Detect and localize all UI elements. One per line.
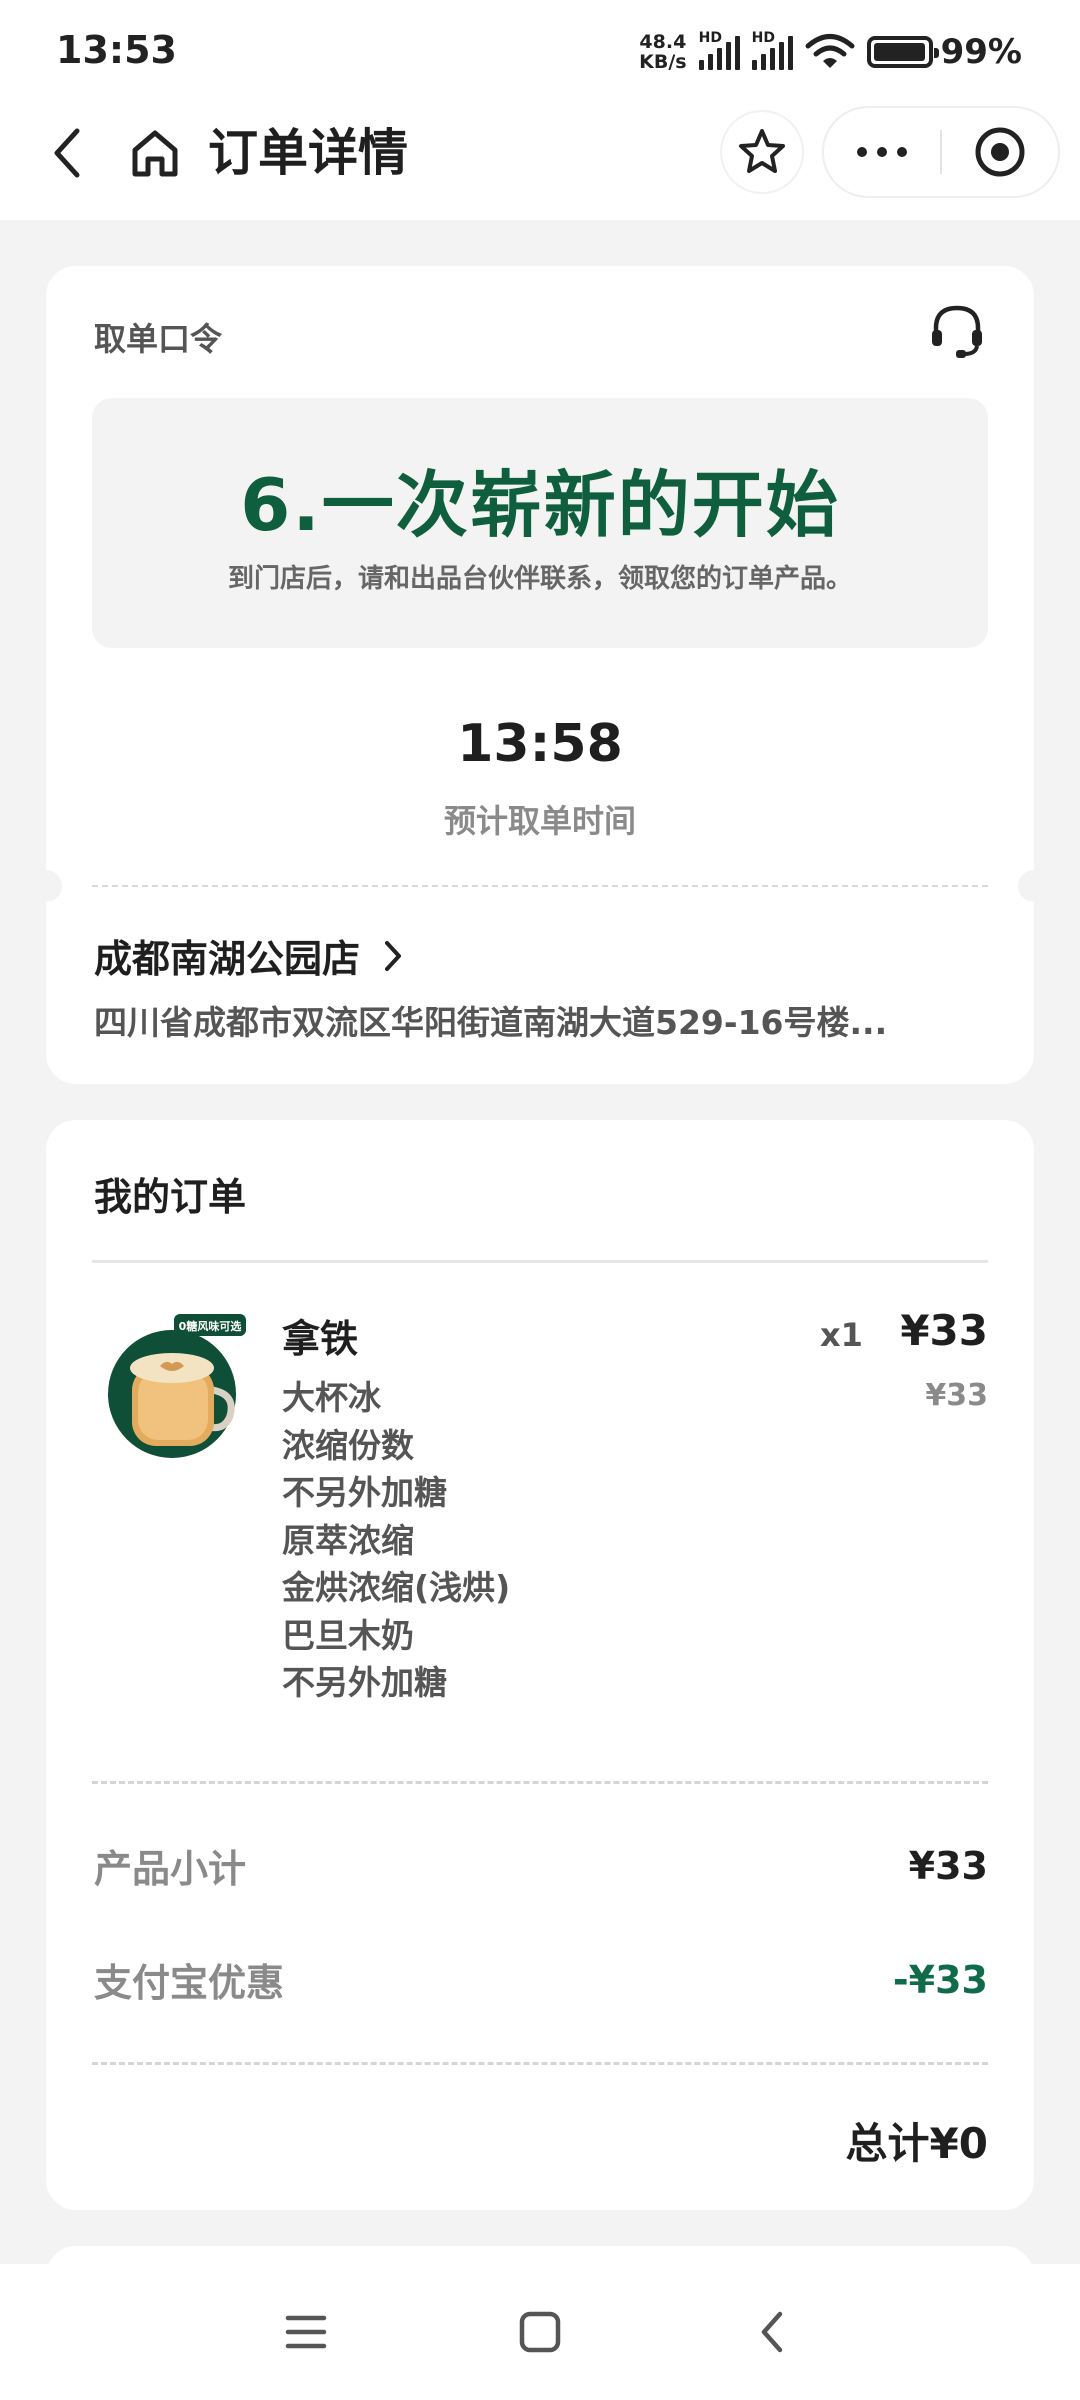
pickup-time: 13:58	[457, 714, 623, 774]
status-time: 13:53	[56, 28, 177, 72]
pickup-tip: 到门店后，请和出品台伙伴联系，领取您的订单产品。	[227, 564, 852, 594]
option-item: 原萃浓缩	[282, 1520, 414, 1560]
chevron-right-icon	[385, 940, 402, 971]
close-target-icon	[975, 127, 1025, 177]
option-item: 巴旦木奶	[282, 1615, 414, 1655]
system-back-button[interactable]	[732, 2292, 812, 2372]
network-speed-value: 48.4	[639, 31, 687, 53]
order-card: 我的订单 0糖风味可选 拿铁 x1 ¥33 ¥33 大杯冰 浓缩份数 不另外加糖…	[46, 1120, 1034, 2210]
product-price: ¥33	[900, 1306, 988, 1355]
discount-value: -¥33	[892, 1957, 988, 2002]
order-total: 总计¥0	[845, 2119, 988, 2168]
option-item: 不另外加糖	[282, 1473, 447, 1512]
close-mini-program-button[interactable]	[942, 108, 1058, 196]
menu-icon	[285, 2315, 327, 2349]
product-quantity: x1	[820, 1316, 863, 1354]
image-badge-text: 0糖风味可选	[179, 1319, 242, 1333]
system-home-button[interactable]	[500, 2292, 580, 2372]
pickup-card: 取单口令 6.一次崭新的开始 到门店后，请和出品台伙伴联系，领取您的订单产品。 …	[30, 266, 1050, 1084]
option-item: 大杯冰	[282, 1378, 381, 1417]
store-link[interactable]: 成都南湖公园店	[94, 928, 404, 983]
divider	[92, 2062, 988, 2065]
option-item: 不另外加糖	[282, 1663, 447, 1702]
back-button[interactable]	[32, 118, 102, 188]
divider	[92, 1781, 988, 1784]
discount-label: 支付宝优惠	[94, 1961, 285, 2005]
favorite-button[interactable]	[722, 112, 802, 192]
ticket-notch-left	[30, 870, 62, 902]
nav-bar: 订单详情	[0, 100, 1080, 220]
ticket-notch-right	[1018, 870, 1050, 902]
battery-icon	[866, 36, 939, 68]
product-unit-price: ¥33	[925, 1378, 988, 1413]
chevron-left-icon	[54, 128, 80, 178]
network-speed: 48.4 KB/s	[639, 32, 686, 72]
sim2-hd-label: HD	[751, 30, 775, 46]
divider	[92, 1260, 988, 1263]
battery-indicator: 99%	[866, 32, 1022, 72]
product-name: 拿铁	[282, 1317, 359, 1361]
headset-icon[interactable]	[926, 300, 988, 362]
page-title: 订单详情	[208, 124, 408, 182]
square-icon	[519, 2311, 561, 2353]
discount-row: 支付宝优惠 -¥33	[94, 1952, 988, 2007]
option-item: 金烘浓缩(浅烘)	[282, 1568, 511, 1607]
option-item: 浓缩份数	[282, 1425, 414, 1465]
store-address: 四川省成都市双流区华阳街道南湖大道529-16号楼...	[94, 1003, 888, 1042]
home-button[interactable]	[120, 118, 190, 188]
subtotal-label: 产品小计	[94, 1847, 247, 1891]
recent-apps-button[interactable]	[266, 2292, 346, 2372]
product-options: 大杯冰 浓缩份数 不另外加糖 原萃浓缩 金烘浓缩(浅烘) 巴旦木奶 不另外加糖	[282, 1374, 510, 1707]
status-icons: 48.4 KB/s HD HD 99%	[639, 30, 1022, 74]
pickup-code: 6.一次崭新的开始	[240, 463, 840, 547]
signal-1-icon: HD	[698, 30, 740, 70]
pickup-time-label: 预计取单时间	[443, 802, 636, 840]
more-icon	[857, 147, 867, 157]
latte-image: 0糖风味可选	[108, 1314, 246, 1458]
battery-text: 99%	[940, 32, 1022, 72]
more-button[interactable]	[824, 108, 940, 196]
network-speed-unit: KB/s	[639, 51, 687, 73]
mini-program-capsule	[824, 108, 1058, 196]
system-nav-bar	[0, 2264, 1080, 2400]
pickup-code-label: 取单口令	[94, 320, 223, 358]
wifi-icon	[805, 34, 855, 68]
status-bar: 13:53 48.4 KB/s HD HD 99%	[0, 0, 1080, 100]
star-icon	[739, 129, 785, 173]
subtotal-value: ¥33	[908, 1843, 988, 1888]
subtotal-row: 产品小计 ¥33	[94, 1838, 988, 1893]
pickup-code-box: 6.一次崭新的开始 到门店后，请和出品台伙伴联系，领取您的订单产品。	[92, 398, 988, 648]
store-name: 成都南湖公园店	[94, 937, 361, 981]
signal-2-icon: HD	[751, 30, 793, 70]
home-icon	[132, 130, 178, 177]
sim1-hd-label: HD	[698, 30, 722, 46]
back-arrow-icon	[761, 2311, 783, 2353]
order-title: 我的订单	[94, 1175, 247, 1219]
divider	[92, 885, 988, 887]
